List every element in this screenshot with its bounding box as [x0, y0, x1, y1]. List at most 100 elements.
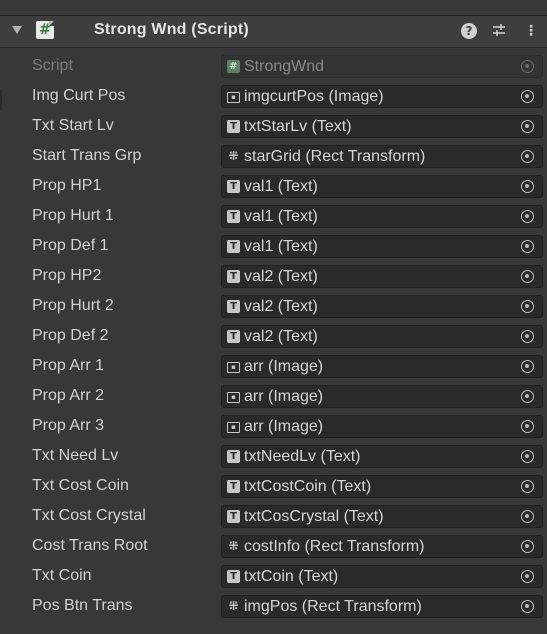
object-picker-icon[interactable]	[521, 570, 534, 583]
object-field: # StrongWnd	[221, 55, 543, 78]
object-field[interactable]: ⁜ costInfo (Rect Transform)	[221, 535, 543, 558]
property-label: Prop Def 2	[32, 327, 109, 344]
text-component-icon: T	[227, 180, 240, 193]
object-picker-icon[interactable]	[521, 90, 534, 103]
text-component-icon: T	[227, 120, 240, 133]
object-field[interactable]: ⁜ imgPos (Rect Transform)	[221, 595, 543, 618]
property-row: Start Trans Grp ⁜ starGrid (Rect Transform…	[0, 142, 547, 172]
object-field-value: val1 (Text)	[244, 178, 318, 195]
text-component-icon: T	[227, 210, 240, 223]
object-picker-icon[interactable]	[521, 120, 534, 133]
top-separator	[0, 0, 547, 16]
property-label: Prop Arr 1	[32, 357, 105, 374]
presets-sliders-icon	[493, 24, 505, 36]
property-label: Prop HP1	[32, 177, 102, 194]
image-component-icon: ▪	[227, 92, 240, 103]
property-label: Txt Coin	[32, 567, 92, 584]
property-row: Img Curt Pos ▪ imgcurtPos (Image)	[0, 82, 547, 112]
object-field[interactable]: Tval2 (Text)	[221, 295, 543, 318]
object-picker-icon[interactable]	[521, 600, 534, 613]
property-label: Prop Hurt 1	[32, 207, 114, 224]
object-field-value: StrongWnd	[244, 58, 325, 75]
property-row: Prop HP2 Tval2 (Text)	[0, 262, 547, 292]
image-component-icon: ▪	[227, 392, 240, 403]
object-picker-icon[interactable]	[521, 510, 534, 523]
object-field[interactable]: ▪ arr (Image)	[221, 385, 543, 408]
object-field-value: costInfo (Rect Transform)	[244, 538, 425, 555]
property-row: Prop Arr 3 ▪ arr (Image)	[0, 412, 547, 442]
help-icon[interactable]: ?	[461, 23, 477, 39]
text-component-icon: T	[227, 300, 240, 313]
object-field[interactable]: ▪ imgcurtPos (Image)	[221, 85, 543, 108]
object-field-value: val1 (Text)	[244, 208, 318, 225]
object-picker-icon[interactable]	[521, 240, 534, 253]
text-component-icon: T	[227, 510, 240, 523]
text-component-icon: T	[227, 480, 240, 493]
object-field-value: txtCostCoin (Text)	[244, 478, 372, 495]
object-picker-icon[interactable]	[521, 270, 534, 283]
property-label: Txt Cost Crystal	[32, 507, 146, 524]
property-row: Prop Hurt 2 Tval2 (Text)	[0, 292, 547, 322]
object-field-value: arr (Image)	[244, 388, 324, 405]
object-picker-icon[interactable]	[521, 210, 534, 223]
object-field[interactable]: TtxtCostCoin (Text)	[221, 475, 543, 498]
object-picker-icon[interactable]	[521, 330, 534, 343]
text-component-icon: T	[227, 270, 240, 283]
object-field-value: imgPos (Rect Transform)	[244, 598, 422, 615]
component-title: Strong Wnd (Script)	[94, 21, 249, 38]
property-row: Prop Hurt 1 Tval1 (Text)	[0, 202, 547, 232]
object-field[interactable]: Tval1 (Text)	[221, 235, 543, 258]
object-field-value: arr (Image)	[244, 358, 324, 375]
object-picker-icon[interactable]	[521, 450, 534, 463]
object-field[interactable]: TtxtStarLv (Text)	[221, 115, 543, 138]
object-field-value: val1 (Text)	[244, 238, 318, 255]
object-field[interactable]: ▪ arr (Image)	[221, 415, 543, 438]
rect-transform-icon: ⁜	[228, 539, 239, 553]
object-picker-icon[interactable]	[521, 180, 534, 193]
property-row: Txt Start Lv TtxtStarLv (Text)	[0, 112, 547, 142]
property-label: Prop HP2	[32, 267, 102, 284]
property-label: Img Curt Pos	[32, 87, 126, 104]
image-component-icon: ▪	[227, 422, 240, 433]
property-label: Start Trans Grp	[32, 147, 142, 164]
object-picker-icon[interactable]	[521, 480, 534, 493]
object-field[interactable]: Tval2 (Text)	[221, 265, 543, 288]
object-field-value: val2 (Text)	[244, 268, 318, 285]
object-picker-icon[interactable]	[521, 420, 534, 433]
object-field[interactable]: Tval1 (Text)	[221, 175, 543, 198]
object-field[interactable]: Tval1 (Text)	[221, 205, 543, 228]
object-field-value: txtNeedLv (Text)	[244, 448, 361, 465]
property-row: Prop HP1 Tval1 (Text)	[0, 172, 547, 202]
property-row: Prop Def 1 Tval1 (Text)	[0, 232, 547, 262]
property-row: Cost Trans Root ⁜ costInfo (Rect Transform…	[0, 532, 547, 562]
object-field-value: txtCosCrystal (Text)	[244, 508, 384, 525]
property-row: Txt Coin TtxtCoin (Text)	[0, 562, 547, 592]
csharp-script-icon: #	[36, 21, 54, 39]
object-field[interactable]: ⁜ starGrid (Rect Transform)	[221, 145, 543, 168]
property-label: Cost Trans Root	[32, 537, 148, 554]
foldout-arrow-icon[interactable]	[12, 26, 22, 34]
csharp-script-icon: #	[227, 60, 240, 73]
object-field[interactable]: TtxtNeedLv (Text)	[221, 445, 543, 468]
object-field[interactable]: ▪ arr (Image)	[221, 355, 543, 378]
presets-icon[interactable]	[490, 22, 508, 40]
object-picker-icon[interactable]	[521, 540, 534, 553]
property-label: Prop Hurt 2	[32, 297, 114, 314]
component-header[interactable]: # Strong Wnd (Script) ? ⋮	[0, 16, 547, 48]
rect-transform-icon: ⁜	[228, 599, 239, 613]
object-picker-icon[interactable]	[521, 300, 534, 313]
object-picker-icon[interactable]	[521, 360, 534, 373]
object-field[interactable]: Tval2 (Text)	[221, 325, 543, 348]
context-menu-icon[interactable]: ⋮	[522, 22, 540, 40]
object-field[interactable]: TtxtCosCrystal (Text)	[221, 505, 543, 528]
object-picker-icon	[521, 60, 534, 73]
property-label: Txt Need Lv	[32, 447, 119, 464]
property-label: Prop Arr 3	[32, 417, 105, 434]
property-row: Pos Btn Trans ⁜ imgPos (Rect Transform)	[0, 592, 547, 622]
property-list: Script # StrongWnd Img Curt Pos ▪ imgcurtPos …	[0, 52, 547, 622]
object-picker-icon[interactable]	[521, 150, 534, 163]
object-picker-icon[interactable]	[521, 390, 534, 403]
object-field-value: txtCoin (Text)	[244, 568, 339, 585]
property-row: Txt Cost Coin TtxtCostCoin (Text)	[0, 472, 547, 502]
object-field[interactable]: TtxtCoin (Text)	[221, 565, 543, 588]
